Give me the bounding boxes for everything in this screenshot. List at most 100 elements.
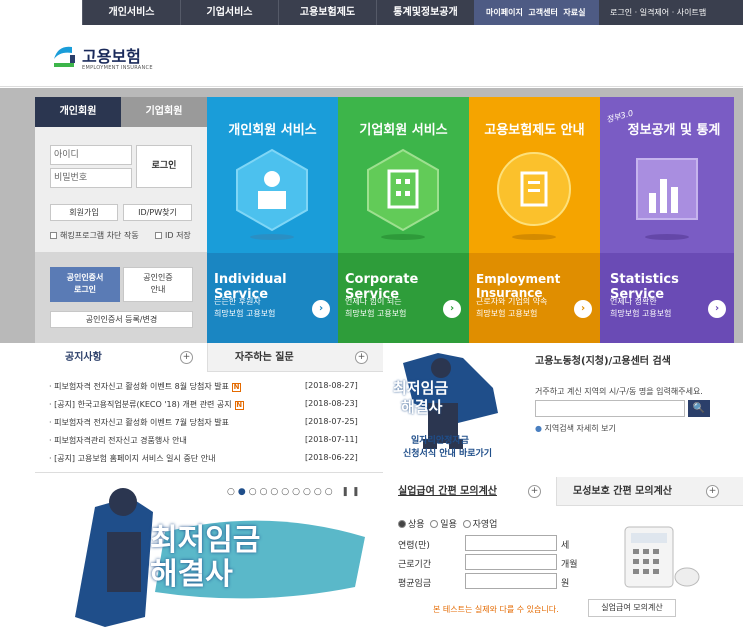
main-banner[interactable]: 최저임금 해결사 ○●○○○○○○○○ ❚❚ — [35, 477, 383, 627]
find-id-pw-button[interactable]: ID/PW찾기 — [123, 204, 192, 221]
period-label: 근로기간 — [398, 560, 432, 570]
promo-title1: 최저임금 — [393, 379, 449, 397]
office-search-detail-link[interactable]: ● 지역검색 자세히 보기 — [535, 423, 616, 434]
notice-item[interactable]: · 피보험자격 전자신고 활성화 이벤트 7월 당첨자 발표 — [49, 417, 229, 428]
tab-maternity-calc[interactable]: 모성보호 간편 모의계산 — [573, 477, 672, 506]
notice-date: [2018-07-25] — [305, 417, 358, 426]
cert-login-button[interactable]: 공인인증서 로그인 — [50, 267, 120, 302]
age-unit: 세 — [561, 541, 570, 551]
nav-statistics[interactable]: 통계및정보공개 — [376, 0, 474, 25]
tab-faq[interactable]: 자주하는 질문 — [235, 343, 294, 372]
login-button[interactable]: 로그인 — [136, 145, 192, 188]
office-search-desc: 거주하고 계신 지역의 시/구/동 명을 입력해주세요. — [535, 387, 703, 396]
calculator-icon — [624, 526, 700, 588]
tile-title: 기업회원 서비스 — [359, 123, 448, 138]
tab-notice[interactable]: 공지사항 — [65, 343, 102, 372]
nav-corporate[interactable]: 기업서비스 — [180, 0, 278, 25]
employment-type[interactable]: 상용 일용 자영업 — [398, 517, 497, 530]
nav-personal[interactable]: 개인서비스 — [82, 0, 180, 25]
tile-individual-service[interactable]: 개인회원 서비스 Individual Service 든든한 후원자 희망보험 … — [207, 97, 338, 343]
tile-desc: 근로자와 기업의 약속 희망보험 고용보험 — [476, 297, 548, 318]
tile-title: 개인회원 서비스 — [228, 123, 317, 138]
tile-corporate-service[interactable]: 기업회원 서비스 Corporate Service 언제나 힘이 되는 희망보험… — [338, 97, 469, 343]
customer-center-link[interactable]: 고객센터 — [528, 8, 557, 17]
tile-desc: 언제나 정확한 희망보험 고용보험 — [610, 297, 672, 318]
notice-item[interactable]: · [공지] 한국고용직업분류(KECO '18) 개편 관련 공지 N — [49, 399, 244, 410]
tile-employment-insurance[interactable]: 고용보험제도 안내 Employment Insurance 근로자와 기업의 … — [469, 97, 600, 343]
arrow-right-icon[interactable]: › — [312, 300, 330, 318]
tab-corporate-member[interactable]: 기업회원 — [121, 97, 207, 127]
wage-input[interactable] — [465, 573, 557, 589]
logo-subtitle: EMPLOYMENT INSURANCE — [82, 65, 153, 71]
certificate-area: 공인인증서 로그인 공인인증 안내 공인인증서 등록/변경 — [35, 252, 207, 343]
notice-date: [2018-08-23] — [305, 399, 358, 408]
tile-desc: 언제나 힘이 되는 희망보험 고용보험 — [345, 297, 407, 318]
document-icon — [497, 152, 571, 240]
utility-links[interactable]: 로그인 · 일격제어 · 사이트맵 — [610, 0, 706, 25]
promo-minwage-small[interactable]: 최저임금 해결사 일자리안정자금 신청서식 안내 바로가기 — [383, 343, 518, 473]
new-badge: N — [232, 383, 241, 392]
promo-sub2: 신청서식 안내 바로가기 — [403, 449, 493, 459]
library-link[interactable]: 자료실 — [563, 8, 585, 17]
arrow-right-icon[interactable]: › — [443, 300, 461, 318]
logo-icon[interactable] — [50, 41, 80, 71]
cert-guide-button[interactable]: 공인인증 안내 — [123, 267, 193, 302]
tile-statistics-service[interactable]: 정부3.0 정보공개 및 통계 Statistics Service 언제나 정… — [600, 97, 734, 343]
tile-title: 고용보험제도 안내 — [484, 123, 585, 138]
nav-insurance-system[interactable]: 고용보험제도 — [278, 0, 376, 25]
arrow-right-icon[interactable]: › — [574, 300, 592, 318]
bar-chart-icon — [636, 158, 698, 240]
cert-register-button[interactable]: 공인인증서 등록/변경 — [50, 311, 193, 328]
notice-panel: 공지사항 + 자주하는 질문 + · 피보험자격 전자신고 활성화 이벤트 8월… — [35, 343, 383, 473]
notice-item[interactable]: · 피보험자격 전자신고 활성화 이벤트 8월 당첨자 발표 N — [49, 381, 241, 392]
top-navigation: 개인서비스 기업서비스 고용보험제도 통계및정보공개 마이페이지 고객센터 자료… — [0, 0, 743, 25]
radio-icon[interactable] — [398, 520, 406, 528]
tile-desc: 든든한 후원자 희망보험 고용보험 — [214, 297, 276, 318]
join-button[interactable]: 회원가입 — [50, 204, 118, 221]
hacking-block-label: 해킹프로그램 차단 작동 — [60, 231, 139, 240]
nav-left-spacer — [0, 0, 82, 25]
hacking-block-check[interactable]: 해킹프로그램 차단 작동 — [50, 230, 139, 241]
id-input[interactable]: 아이디 — [50, 145, 132, 165]
notice-more-icon[interactable]: + — [180, 351, 193, 364]
notice-date: [2018-08-27] — [305, 381, 358, 390]
notice-date: [2018-06-22] — [305, 453, 358, 462]
tab-personal-member[interactable]: 개인회원 — [35, 97, 121, 127]
age-input[interactable] — [465, 535, 557, 551]
office-search-title: 고용노동청(지청)/고용센터 검색 — [535, 356, 671, 367]
radio-icon[interactable] — [430, 520, 439, 528]
wage-unit: 원 — [561, 579, 570, 589]
wage-label: 평균임금 — [398, 579, 432, 589]
logo-title[interactable]: 고용보험 — [82, 43, 141, 67]
person-icon — [236, 148, 308, 240]
tile-title: 정보공개 및 통계 — [627, 123, 721, 138]
age-label: 연령(만) — [398, 541, 430, 551]
arrow-right-icon[interactable]: › — [708, 300, 726, 318]
tab-unemployment-calc[interactable]: 실업급여 간편 모의계산 — [398, 477, 497, 506]
save-id-check[interactable]: ID 저장 — [155, 230, 191, 241]
radio-icon[interactable] — [462, 520, 471, 528]
promo-title2: 해결사 — [401, 398, 443, 416]
calc-more-icon[interactable]: + — [528, 485, 541, 498]
calculator-panel: 실업급여 간편 모의계산 + 모성보호 간편 모의계산 + 상용 일용 자영업 … — [388, 477, 743, 627]
calc-note: 본 테스트는 실제와 다를 수 있습니다. — [433, 605, 559, 614]
checkbox-icon[interactable] — [155, 232, 162, 239]
quick-links: 마이페이지 고객센터 자료실 — [474, 0, 599, 25]
office-search-input[interactable] — [535, 400, 685, 417]
calc-submit-button[interactable]: 실업급여 모의계산 — [588, 599, 676, 617]
password-input[interactable]: 비밀번호 — [50, 168, 132, 188]
faq-more-icon[interactable]: + — [355, 351, 368, 364]
notice-item[interactable]: · [공지] 고용보험 홈페이지 서비스 일시 중단 안내 — [49, 453, 215, 464]
maternity-more-icon[interactable]: + — [706, 485, 719, 498]
search-icon[interactable]: 🔍 — [688, 400, 710, 417]
building-icon — [367, 148, 439, 240]
checkbox-icon[interactable] — [50, 232, 57, 239]
new-badge: N — [234, 401, 244, 410]
header: 고용보험 EMPLOYMENT INSURANCE — [0, 25, 743, 87]
banner-title2: 해결사 — [150, 557, 233, 592]
login-panel: 개인회원 기업회원 아이디 비밀번호 로그인 회원가입 ID/PW찾기 해킹프로… — [35, 97, 207, 343]
banner-pager[interactable]: ○●○○○○○○○○ ❚❚ — [227, 487, 363, 497]
mypage-link[interactable]: 마이페이지 — [486, 8, 523, 17]
period-input[interactable] — [465, 554, 557, 570]
notice-item[interactable]: · 피보험자격관리 전자신고 경품행사 안내 — [49, 435, 187, 446]
